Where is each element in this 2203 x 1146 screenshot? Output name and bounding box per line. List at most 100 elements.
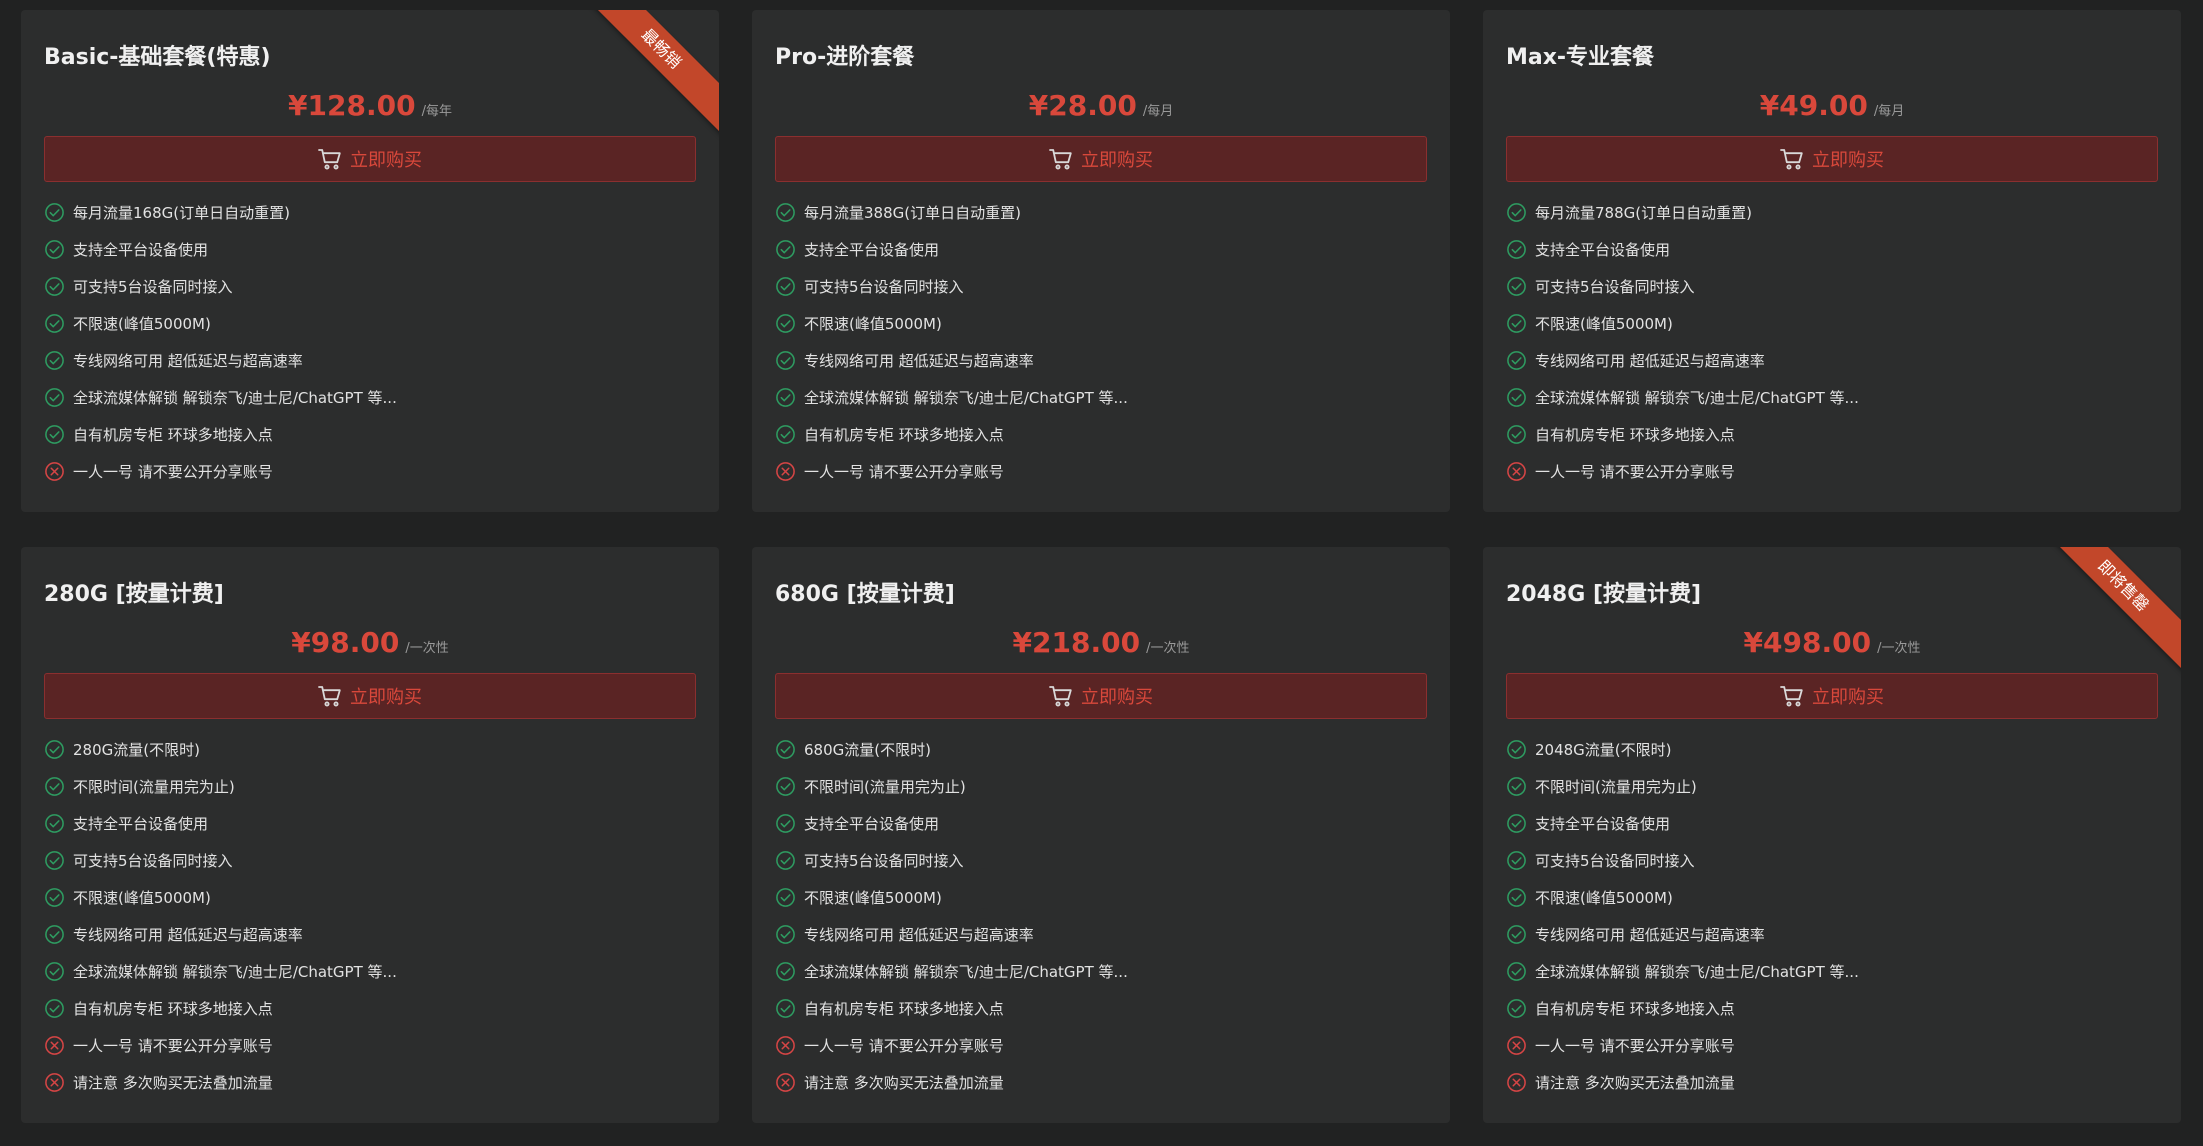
feature-text: 680G流量(不限时) — [804, 741, 931, 759]
feature-text: 支持全平台设备使用 — [804, 241, 940, 259]
feature-text: 2048G流量(不限时) — [1535, 741, 1672, 759]
plan-period: /一次性 — [405, 641, 449, 656]
cart-icon — [1049, 686, 1072, 707]
plan-title: Max-专业套餐 — [1506, 45, 1655, 70]
feature-item: 不限时间(流量用完为止) — [1506, 768, 1859, 805]
buy-now-button[interactable]: 立即购买 — [775, 136, 1427, 182]
check-circle-icon — [45, 351, 64, 370]
check-circle-icon — [776, 425, 795, 444]
buy-now-button[interactable]: 立即购买 — [44, 136, 696, 182]
check-circle-icon — [776, 962, 795, 981]
cross-circle-icon — [1507, 1036, 1526, 1055]
buy-now-button[interactable]: 立即购买 — [775, 673, 1427, 719]
feature-text: 支持全平台设备使用 — [73, 815, 209, 833]
check-circle-icon — [45, 425, 64, 444]
buy-now-button[interactable]: 立即购买 — [1506, 136, 2158, 182]
feature-item: 自有机房专柜 环球多地接入点 — [1506, 416, 1859, 453]
feature-list: 680G流量(不限时) 不限时间(流量用完为止) 支持全平台设备使用 可支持5台… — [775, 731, 1128, 1101]
feature-item: 请注意 多次购买无法叠加流量 — [44, 1064, 397, 1101]
buy-now-button[interactable]: 立即购买 — [1506, 673, 2158, 719]
plan-price: ¥218.00 — [1012, 626, 1141, 659]
feature-text: 可支持5台设备同时接入 — [804, 852, 964, 870]
feature-text: 支持全平台设备使用 — [804, 815, 940, 833]
check-circle-icon — [1507, 999, 1526, 1018]
check-circle-icon — [45, 314, 64, 333]
feature-item: 全球流媒体解锁 解锁奈飞/迪士尼/ChatGPT 等... — [775, 953, 1128, 990]
feature-item: 专线网络可用 超低延迟与超高速率 — [1506, 342, 1859, 379]
cross-circle-icon — [45, 1036, 64, 1055]
check-circle-icon — [776, 999, 795, 1018]
feature-item: 每月流量388G(订单日自动重置) — [775, 194, 1128, 231]
feature-text: 可支持5台设备同时接入 — [804, 278, 964, 296]
buy-now-button[interactable]: 立即购买 — [44, 673, 696, 719]
feature-item: 支持全平台设备使用 — [775, 231, 1128, 268]
buy-now-label: 立即购买 — [1812, 687, 1884, 708]
feature-text: 每月流量788G(订单日自动重置) — [1535, 204, 1752, 222]
plan-price: ¥49.00 — [1759, 89, 1868, 122]
check-circle-icon — [1507, 425, 1526, 444]
plan-card-2048g: 2048G [按量计费] ¥498.00/一次性 立即购买 2048G流量(不限… — [1483, 547, 2181, 1123]
check-circle-icon — [776, 851, 795, 870]
feature-text: 自有机房专柜 环球多地接入点 — [1535, 1000, 1735, 1018]
feature-item: 可支持5台设备同时接入 — [44, 268, 397, 305]
plan-period: /每月 — [1873, 104, 1905, 119]
check-circle-icon — [776, 240, 795, 259]
plan-title: 2048G [按量计费] — [1506, 582, 1702, 607]
feature-item: 专线网络可用 超低延迟与超高速率 — [775, 342, 1128, 379]
buy-now-label: 立即购买 — [1812, 150, 1884, 171]
cross-circle-icon — [776, 1073, 795, 1092]
feature-text: 专线网络可用 超低延迟与超高速率 — [804, 926, 1034, 944]
plan-title: Pro-进阶套餐 — [775, 45, 915, 70]
feature-text: 自有机房专柜 环球多地接入点 — [804, 1000, 1004, 1018]
cross-circle-icon — [45, 1073, 64, 1092]
plan-title: Basic-基础套餐(特惠) — [44, 45, 271, 70]
feature-item: 自有机房专柜 环球多地接入点 — [775, 416, 1128, 453]
feature-item: 不限速(峰值5000M) — [1506, 305, 1859, 342]
feature-item: 支持全平台设备使用 — [44, 805, 397, 842]
plan-price: ¥498.00 — [1743, 626, 1872, 659]
plan-price: ¥128.00 — [288, 89, 416, 122]
feature-text: 一人一号 请不要公开分享账号 — [1535, 463, 1735, 481]
cross-circle-icon — [45, 462, 64, 481]
check-circle-icon — [45, 388, 64, 407]
feature-text: 可支持5台设备同时接入 — [73, 278, 233, 296]
feature-text: 一人一号 请不要公开分享账号 — [73, 463, 273, 481]
plan-card-280g: 280G [按量计费] ¥98.00/一次性 立即购买 280G流量(不限时) … — [21, 547, 719, 1123]
feature-item: 自有机房专柜 环球多地接入点 — [44, 416, 397, 453]
plan-card-basic: Basic-基础套餐(特惠) ¥128.00/每年 立即购买 每月流量168G(… — [21, 10, 719, 512]
feature-item: 不限速(峰值5000M) — [1506, 879, 1859, 916]
feature-item: 可支持5台设备同时接入 — [1506, 268, 1859, 305]
feature-item: 不限速(峰值5000M) — [775, 879, 1128, 916]
feature-text: 不限速(峰值5000M) — [73, 315, 211, 333]
cart-icon — [1780, 686, 1803, 707]
feature-item: 不限时间(流量用完为止) — [44, 768, 397, 805]
feature-item: 680G流量(不限时) — [775, 731, 1128, 768]
feature-list: 每月流量788G(订单日自动重置) 支持全平台设备使用 可支持5台设备同时接入 … — [1506, 194, 1859, 490]
feature-item: 不限速(峰值5000M) — [775, 305, 1128, 342]
check-circle-icon — [1507, 814, 1526, 833]
check-circle-icon — [45, 777, 64, 796]
plan-price: ¥28.00 — [1028, 89, 1137, 122]
buy-now-label: 立即购买 — [1081, 687, 1153, 708]
feature-item: 一人一号 请不要公开分享账号 — [1506, 453, 1859, 490]
feature-text: 不限时间(流量用完为止) — [73, 778, 235, 796]
feature-item: 一人一号 请不要公开分享账号 — [44, 453, 397, 490]
feature-item: 不限时间(流量用完为止) — [775, 768, 1128, 805]
plan-period: /每月 — [1142, 104, 1174, 119]
cart-icon — [318, 149, 341, 170]
feature-text: 一人一号 请不要公开分享账号 — [804, 463, 1004, 481]
cross-circle-icon — [776, 1036, 795, 1055]
feature-text: 全球流媒体解锁 解锁奈飞/迪士尼/ChatGPT 等... — [804, 389, 1128, 407]
plan-period: /一次性 — [1146, 641, 1190, 656]
price-row: ¥128.00/每年 — [21, 89, 719, 127]
feature-text: 全球流媒体解锁 解锁奈飞/迪士尼/ChatGPT 等... — [73, 963, 397, 981]
plan-period: /一次性 — [1877, 641, 1921, 656]
feature-text: 不限时间(流量用完为止) — [1535, 778, 1697, 796]
feature-text: 不限速(峰值5000M) — [1535, 315, 1673, 333]
feature-item: 请注意 多次购买无法叠加流量 — [775, 1064, 1128, 1101]
check-circle-icon — [1507, 388, 1526, 407]
feature-item: 可支持5台设备同时接入 — [775, 842, 1128, 879]
check-circle-icon — [776, 388, 795, 407]
feature-text: 一人一号 请不要公开分享账号 — [73, 1037, 273, 1055]
feature-item: 全球流媒体解锁 解锁奈飞/迪士尼/ChatGPT 等... — [44, 379, 397, 416]
